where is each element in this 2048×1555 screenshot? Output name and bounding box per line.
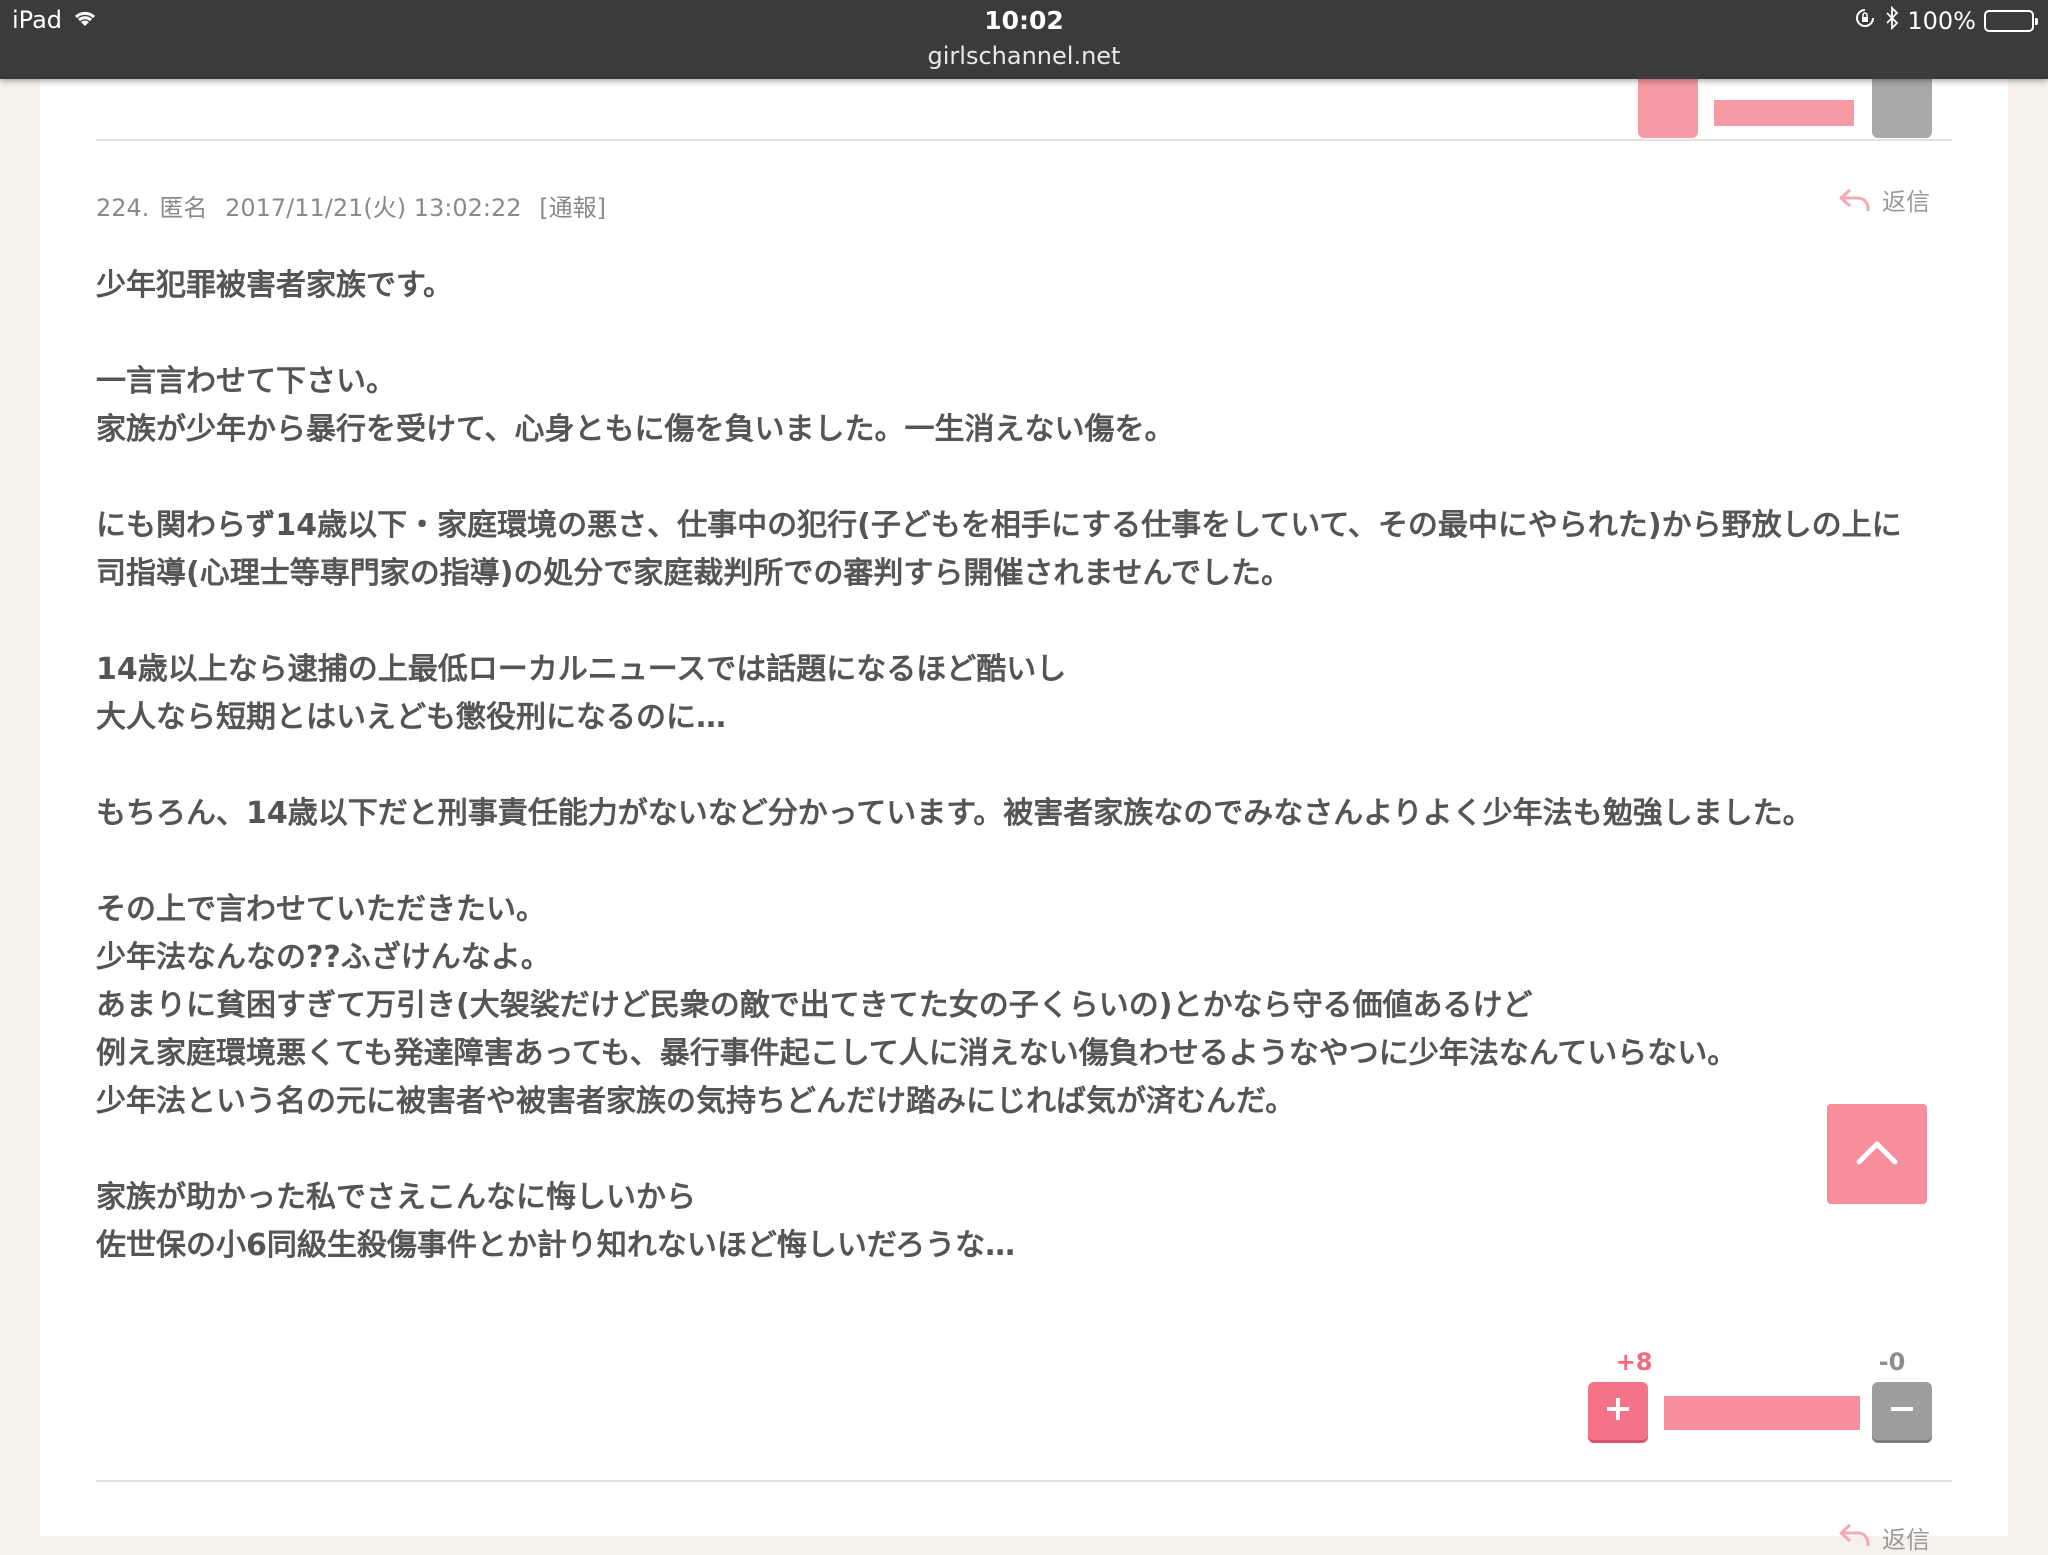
comment-number: 224.: [96, 194, 150, 222]
next-reply-button[interactable]: 返信: [1838, 1520, 1930, 1555]
comment-line: 家族が少年から暴行を受けて、心身ともに傷を負いました。一生消えない傷を。: [96, 412, 1175, 447]
comment-line: 少年犯罪被害者家族です。: [96, 268, 453, 303]
comment-divider: [96, 139, 1952, 141]
previous-vote-bar: [1714, 100, 1854, 126]
status-right: 100%: [1853, 5, 2038, 36]
minus-count: -0: [1878, 1348, 1906, 1376]
report-link[interactable]: [通報]: [539, 194, 606, 222]
comment-body: 少年犯罪被害者家族です。 一言言わせて下さい。家族が少年から暴行を受けて、心身とも…: [96, 262, 1976, 1270]
battery-icon: [1984, 10, 2038, 32]
bluetooth-icon: [1885, 5, 1899, 36]
minus-icon: [1887, 1394, 1917, 1428]
page-url[interactable]: girlschannel.net: [0, 42, 2048, 70]
comment-line: もちろん、14歳以下だと刑事責任能力がないなど分かっています。被害者家族なのでみ…: [96, 796, 1813, 831]
comment-line: 大人なら短期とはいえども懲役刑になるのに…: [96, 700, 726, 735]
vote-panel: +8 -0: [40, 1340, 2008, 1450]
comment-author: 匿名: [159, 194, 208, 222]
comment-paragraph: 一言言わせて下さい。家族が少年から暴行を受けて、心身ともに傷を負いました。一生消…: [96, 358, 1976, 454]
comment-paragraph: 家族が助かった私でさえこんなに悔しいから佐世保の小6同級生殺傷事件とか計り知れな…: [96, 1174, 1976, 1270]
comment-line: 14歳以上なら逮捕の上最低ローカルニュースでは話題になるほど酷いし: [96, 652, 1067, 687]
chevron-up-icon: [1854, 1137, 1900, 1171]
comment-datetime: 2017/11/21(火) 13:02:22: [225, 194, 522, 222]
comment-line: あまりに貧困すぎて万引き(大袈裟だけど民衆の敵で出てきてた女の子くらいの)とかな…: [96, 988, 1533, 1023]
comment-line: その上で言わせていただきたい。: [96, 892, 546, 927]
comment-line: 少年法なんなの??ふざけんなよ。: [96, 940, 551, 975]
plus-icon: [1603, 1394, 1633, 1428]
scroll-to-top-button[interactable]: [1827, 1104, 1927, 1204]
comment-line: 家族が助かった私でさえこんなに悔しいから: [96, 1180, 696, 1215]
comment-paragraph: 14歳以上なら逮捕の上最低ローカルニュースでは話題になるほど酷いし 大人なら短期と…: [96, 646, 1976, 742]
vote-ratio-bar: [1664, 1396, 1860, 1430]
plus-count: +8: [1615, 1348, 1653, 1376]
reply-arrow-icon: [1838, 1522, 1872, 1554]
comment-paragraph: にも関わらず14歳以下・家庭環境の悪さ、仕事中の犯行(子どもを相手にする仕事をし…: [96, 502, 1976, 598]
comment-line: 例え家庭環境悪くても発達障害あっても、暴行事件起こして人に消えない傷負わせるよう…: [96, 1036, 1738, 1071]
status-time: 10:02: [984, 6, 1064, 35]
comment-divider-bottom: [96, 1480, 1952, 1482]
comment-paragraph: その上で言わせていただきたい。 少年法なんなの??ふざけんなよ。あまりに貧困すぎて…: [96, 886, 1976, 1126]
reply-button[interactable]: 返信: [1838, 182, 1930, 217]
comment-line: にも関わらず14歳以下・家庭環境の悪さ、仕事中の犯行(子どもを相手にする仕事をし…: [96, 508, 1902, 543]
orientation-lock-icon: [1853, 6, 1877, 36]
battery-percent: 100%: [1907, 7, 1976, 35]
comment-paragraph: 少年犯罪被害者家族です。: [96, 262, 1976, 310]
vote-ratio-fill: [1664, 1396, 1860, 1430]
comment-line: 一言言わせて下さい。: [96, 364, 396, 399]
status-bar: iPad 10:02 girlschannel.net 100%: [0, 0, 2048, 79]
reply-arrow-icon: [1838, 187, 1872, 213]
comment-line: 少年法という名の元に被害者や被害者家族の気持ちどんだけ踏みにじれば気が済むんだ。: [96, 1084, 1296, 1119]
plus-vote-button[interactable]: [1588, 1382, 1648, 1440]
next-reply-label: 返信: [1882, 1526, 1930, 1554]
minus-vote-button[interactable]: [1872, 1382, 1932, 1440]
comment-line: 佐世保の小6同級生殺傷事件とか計り知れないほど悔しいだろうな…: [96, 1228, 1016, 1263]
comment-paragraph: もちろん、14歳以下だと刑事責任能力がないなど分かっています。被害者家族なのでみ…: [96, 790, 1976, 838]
comment-page: 224. 匿名 2017/11/21(火) 13:02:22 [通報] 返信 少年…: [40, 0, 2008, 1554]
comment-line: 司指導(心理士等専門家の指導)の処分で家庭裁判所での審判すら開催されませんでした…: [96, 556, 1292, 591]
reply-label: 返信: [1882, 188, 1930, 216]
comment-meta: 224. 匿名 2017/11/21(火) 13:02:22 [通報]: [96, 188, 616, 223]
